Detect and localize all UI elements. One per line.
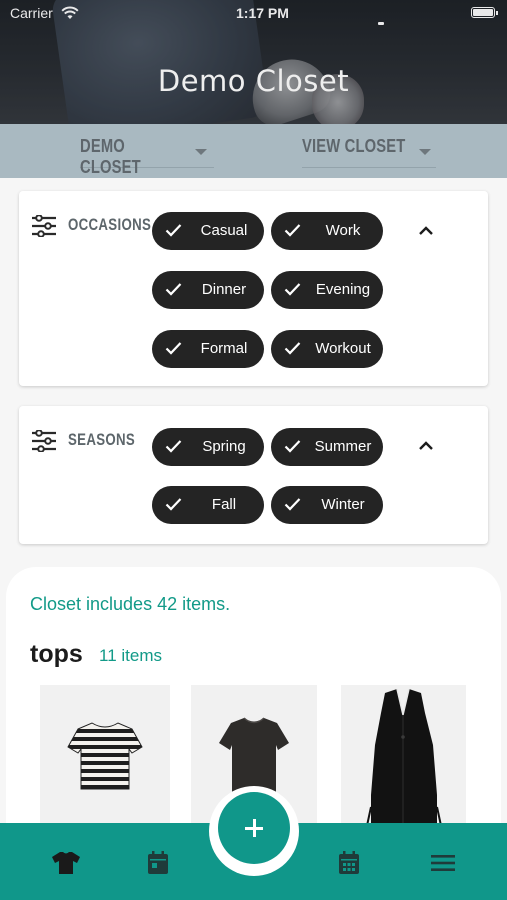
chip-fall[interactable]: Fall [152, 486, 264, 524]
filter-sliders-icon[interactable] [31, 430, 57, 452]
clothing-item[interactable] [40, 685, 170, 835]
seasons-filter-card: SEASONS Spring Summer Fall Winter [19, 406, 488, 544]
chip-evening[interactable]: Evening [271, 271, 383, 309]
chip-spring[interactable]: Spring [152, 428, 264, 466]
wifi-icon [61, 6, 79, 19]
caret-down-icon [195, 149, 207, 155]
status-time: 1:17 PM [236, 5, 289, 21]
chevron-up-icon[interactable] [417, 439, 435, 451]
striped-crop-tee-icon [67, 722, 143, 790]
category-title[interactable]: tops [30, 640, 83, 669]
chip-workout[interactable]: Workout [271, 330, 383, 368]
check-icon [284, 224, 301, 237]
occasions-title: OCCASIONS [68, 215, 152, 234]
chip-formal[interactable]: Formal [152, 330, 264, 368]
chip-summer[interactable]: Summer [271, 428, 383, 466]
calendar-grid-icon[interactable] [338, 851, 360, 875]
caret-down-icon [419, 149, 431, 155]
chip-work[interactable]: Work [271, 212, 383, 250]
chip-casual[interactable]: Casual [152, 212, 264, 250]
check-icon [165, 498, 182, 511]
check-icon [165, 440, 182, 453]
closet-summary: Closet includes 42 items. [30, 594, 231, 614]
check-icon [165, 224, 182, 237]
chevron-up-icon[interactable] [417, 224, 435, 236]
closet-selector-bar: DEMO CLOSET VIEW CLOSET [0, 124, 507, 178]
clothing-item[interactable] [341, 685, 466, 836]
filter-sliders-icon[interactable] [31, 215, 57, 237]
closet-header: Carrier 1:17 PM Demo Closet [0, 0, 507, 124]
chip-dinner[interactable]: Dinner [152, 271, 264, 309]
status-bar: Carrier 1:17 PM [10, 5, 498, 23]
add-item-button[interactable] [218, 792, 290, 864]
check-icon [284, 440, 301, 453]
view-dropdown-label: VIEW CLOSET [302, 136, 406, 156]
closet-dropdown-label: DEMO CLOSET [80, 136, 141, 177]
category-count: 11 items [99, 646, 162, 665]
carrier-label: Carrier [10, 5, 53, 21]
calendar-icon[interactable] [147, 851, 169, 875]
battery-icon [471, 7, 498, 18]
closet-dropdown[interactable]: DEMO CLOSET [80, 136, 214, 177]
chip-winter[interactable]: Winter [271, 486, 383, 524]
check-icon [165, 283, 182, 296]
seasons-title: SEASONS [68, 430, 136, 449]
check-icon [284, 342, 301, 355]
check-icon [165, 342, 182, 355]
check-icon [284, 498, 301, 511]
black-vest-icon [364, 688, 444, 836]
occasions-filter-card: OCCASIONS Casual Work Dinner Evening For… [19, 191, 488, 386]
menu-icon[interactable] [431, 854, 455, 872]
page-title: Demo Closet [157, 64, 350, 98]
shirt-icon[interactable] [51, 851, 81, 875]
view-dropdown[interactable]: VIEW CLOSET [302, 136, 436, 168]
check-icon [284, 283, 301, 296]
